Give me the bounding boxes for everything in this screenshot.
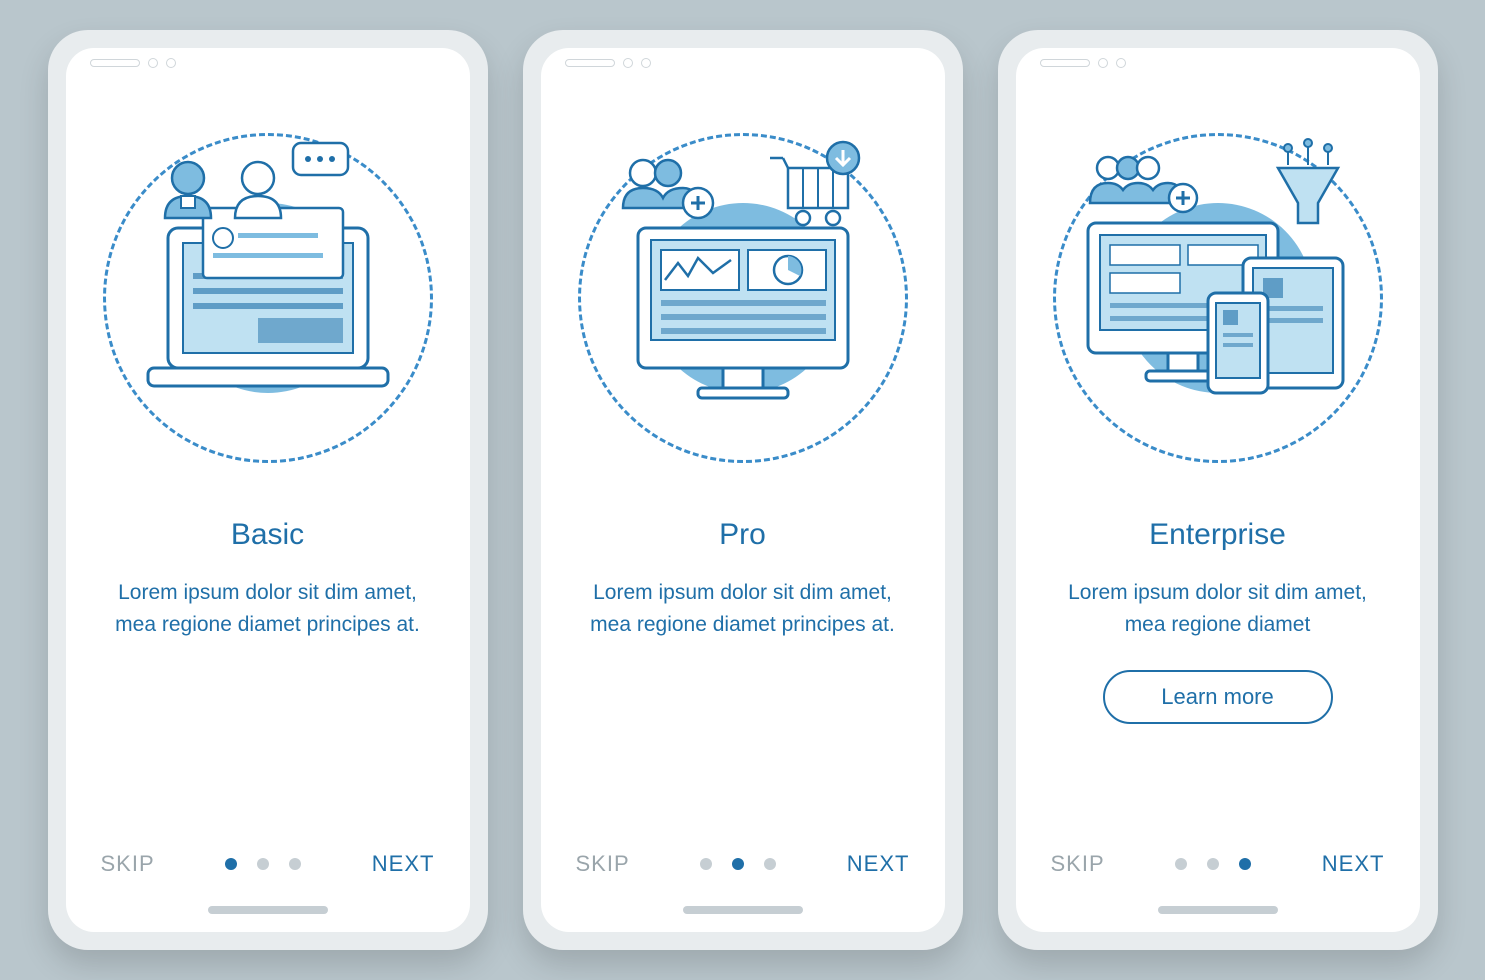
learn-more-button[interactable]: Learn more (1103, 670, 1333, 724)
monitor-icon (603, 188, 883, 408)
laptop-icon (138, 198, 398, 398)
phone-mockup-pro: Pro Lorem ipsum dolor sit dim amet, mea … (523, 30, 963, 950)
dot-3[interactable] (1239, 858, 1251, 870)
page-indicator (700, 858, 776, 870)
phone-screen: Enterprise Lorem ipsum dolor sit dim ame… (1016, 48, 1420, 932)
dot-2[interactable] (257, 858, 269, 870)
plan-title: Enterprise (1016, 518, 1420, 552)
devices-icon (1068, 188, 1368, 408)
dot-1[interactable] (225, 858, 237, 870)
plan-title: Basic (66, 518, 470, 552)
next-button[interactable]: NEXT (1322, 851, 1385, 877)
page-indicator (225, 858, 301, 870)
skip-button[interactable]: SKIP (101, 851, 155, 877)
illustration-pro (541, 108, 945, 488)
phone-screen: Basic Lorem ipsum dolor sit dim amet, me… (66, 48, 470, 932)
dot-1[interactable] (700, 858, 712, 870)
phone-notch (1040, 58, 1126, 68)
phone-notch (565, 58, 651, 68)
plan-description: Lorem ipsum dolor sit dim amet, mea regi… (1016, 577, 1420, 640)
dot-2[interactable] (732, 858, 744, 870)
next-button[interactable]: NEXT (847, 851, 910, 877)
illustration-enterprise (1016, 108, 1420, 488)
home-indicator (683, 906, 803, 914)
skip-button[interactable]: SKIP (1051, 851, 1105, 877)
home-indicator (208, 906, 328, 914)
dot-3[interactable] (289, 858, 301, 870)
phone-mockup-enterprise: Enterprise Lorem ipsum dolor sit dim ame… (998, 30, 1438, 950)
dot-1[interactable] (1175, 858, 1187, 870)
next-button[interactable]: NEXT (372, 851, 435, 877)
plan-description: Lorem ipsum dolor sit dim amet, mea regi… (66, 577, 470, 640)
phone-mockup-basic: Basic Lorem ipsum dolor sit dim amet, me… (48, 30, 488, 950)
plan-title: Pro (541, 518, 945, 552)
phone-notch (90, 58, 176, 68)
plan-description: Lorem ipsum dolor sit dim amet, mea regi… (541, 577, 945, 640)
dot-3[interactable] (764, 858, 776, 870)
phone-screen: Pro Lorem ipsum dolor sit dim amet, mea … (541, 48, 945, 932)
page-indicator (1175, 858, 1251, 870)
skip-button[interactable]: SKIP (576, 851, 630, 877)
home-indicator (1158, 906, 1278, 914)
funnel-icon (1278, 139, 1338, 223)
illustration-basic (66, 108, 470, 488)
dot-2[interactable] (1207, 858, 1219, 870)
